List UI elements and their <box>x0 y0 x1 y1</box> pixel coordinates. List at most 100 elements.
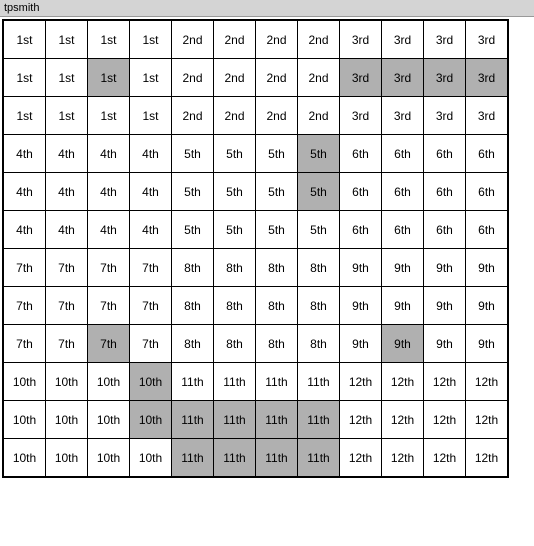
table-cell: 6th <box>424 211 466 249</box>
table-cell: 4th <box>46 135 88 173</box>
table-cell: 10th <box>88 401 130 439</box>
table-cell: 12th <box>340 439 382 477</box>
table-cell: 12th <box>382 439 424 477</box>
table-cell: 3rd <box>466 21 508 59</box>
table-cell: 1st <box>4 97 46 135</box>
table-cell: 9th <box>424 325 466 363</box>
table-cell: 11th <box>172 439 214 477</box>
table-cell: 8th <box>298 287 340 325</box>
table-cell: 1st <box>88 21 130 59</box>
table-cell: 12th <box>382 401 424 439</box>
table-cell: 10th <box>46 363 88 401</box>
table-cell: 4th <box>46 211 88 249</box>
table-cell: 3rd <box>466 97 508 135</box>
table-row: 10th10th10th10th11th11th11th11th12th12th… <box>4 363 508 401</box>
table-cell: 5th <box>256 211 298 249</box>
table-cell: 2nd <box>298 21 340 59</box>
table-cell: 1st <box>4 59 46 97</box>
table-cell: 8th <box>214 249 256 287</box>
table-cell: 10th <box>88 439 130 477</box>
table-cell: 4th <box>4 173 46 211</box>
table-cell: 5th <box>172 135 214 173</box>
table-cell: 2nd <box>256 59 298 97</box>
table-row: 4th4th4th4th5th5th5th5th6th6th6th6th <box>4 211 508 249</box>
table-cell: 3rd <box>382 97 424 135</box>
table-cell: 10th <box>4 439 46 477</box>
table-cell: 11th <box>256 439 298 477</box>
table-cell: 8th <box>256 287 298 325</box>
table-cell: 7th <box>46 325 88 363</box>
table-cell: 5th <box>214 211 256 249</box>
table-cell: 7th <box>4 325 46 363</box>
table-cell: 7th <box>130 287 172 325</box>
table-cell: 11th <box>298 363 340 401</box>
table-cell: 7th <box>46 249 88 287</box>
table-cell: 8th <box>214 325 256 363</box>
table-cell: 4th <box>46 173 88 211</box>
table-cell: 5th <box>298 211 340 249</box>
table-cell: 7th <box>88 325 130 363</box>
table-cell: 5th <box>214 173 256 211</box>
table-cell: 9th <box>382 249 424 287</box>
table-cell: 1st <box>130 97 172 135</box>
table-row: 10th10th10th10th11th11th11th11th12th12th… <box>4 439 508 477</box>
table-cell: 2nd <box>172 59 214 97</box>
table-cell: 12th <box>382 363 424 401</box>
table-cell: 9th <box>424 287 466 325</box>
table-cell: 1st <box>88 97 130 135</box>
table-cell: 8th <box>298 249 340 287</box>
table-cell: 12th <box>424 363 466 401</box>
table-cell: 4th <box>88 173 130 211</box>
table-cell: 6th <box>340 211 382 249</box>
table-cell: 3rd <box>424 97 466 135</box>
table-cell: 5th <box>298 135 340 173</box>
table-row: 1st1st1st1st2nd2nd2nd2nd3rd3rd3rd3rd <box>4 97 508 135</box>
table-cell: 12th <box>424 439 466 477</box>
table-cell: 6th <box>382 135 424 173</box>
table-cell: 8th <box>172 287 214 325</box>
table-cell: 11th <box>214 439 256 477</box>
table-cell: 10th <box>130 439 172 477</box>
table-cell: 7th <box>130 325 172 363</box>
table-cell: 5th <box>172 173 214 211</box>
table-cell: 10th <box>4 363 46 401</box>
table-row: 7th7th7th7th8th8th8th8th9th9th9th9th <box>4 249 508 287</box>
table-cell: 9th <box>424 249 466 287</box>
table-cell: 1st <box>4 21 46 59</box>
table-cell: 1st <box>46 59 88 97</box>
table-row: 4th4th4th4th5th5th5th5th6th6th6th6th <box>4 135 508 173</box>
table-cell: 4th <box>130 173 172 211</box>
table-cell: 5th <box>256 173 298 211</box>
table-cell: 5th <box>214 135 256 173</box>
table-cell: 5th <box>298 173 340 211</box>
table-cell: 6th <box>466 211 508 249</box>
table-cell: 12th <box>466 401 508 439</box>
table-cell: 9th <box>340 287 382 325</box>
table-cell: 12th <box>340 363 382 401</box>
table-cell: 7th <box>4 249 46 287</box>
table-cell: 3rd <box>424 59 466 97</box>
table-cell: 11th <box>256 363 298 401</box>
table-cell: 7th <box>4 287 46 325</box>
table-cell: 11th <box>214 401 256 439</box>
table-row: 4th4th4th4th5th5th5th5th6th6th6th6th <box>4 173 508 211</box>
table-cell: 2nd <box>172 97 214 135</box>
table-cell: 6th <box>466 173 508 211</box>
table-cell: 4th <box>4 211 46 249</box>
title-bar: tpsmith <box>0 0 534 17</box>
table-cell: 3rd <box>340 21 382 59</box>
table-cell: 6th <box>424 135 466 173</box>
table-row: 1st1st1st1st2nd2nd2nd2nd3rd3rd3rd3rd <box>4 21 508 59</box>
grid-table: 1st1st1st1st2nd2nd2nd2nd3rd3rd3rd3rd1st1… <box>3 20 508 477</box>
table-cell: 7th <box>130 249 172 287</box>
table-cell: 10th <box>88 363 130 401</box>
table-cell: 6th <box>340 135 382 173</box>
table-cell: 2nd <box>256 21 298 59</box>
table-cell: 2nd <box>214 97 256 135</box>
table-cell: 8th <box>256 325 298 363</box>
table-cell: 7th <box>88 249 130 287</box>
table-cell: 5th <box>172 211 214 249</box>
table-cell: 9th <box>466 287 508 325</box>
table-cell: 12th <box>466 363 508 401</box>
table-cell: 1st <box>130 59 172 97</box>
